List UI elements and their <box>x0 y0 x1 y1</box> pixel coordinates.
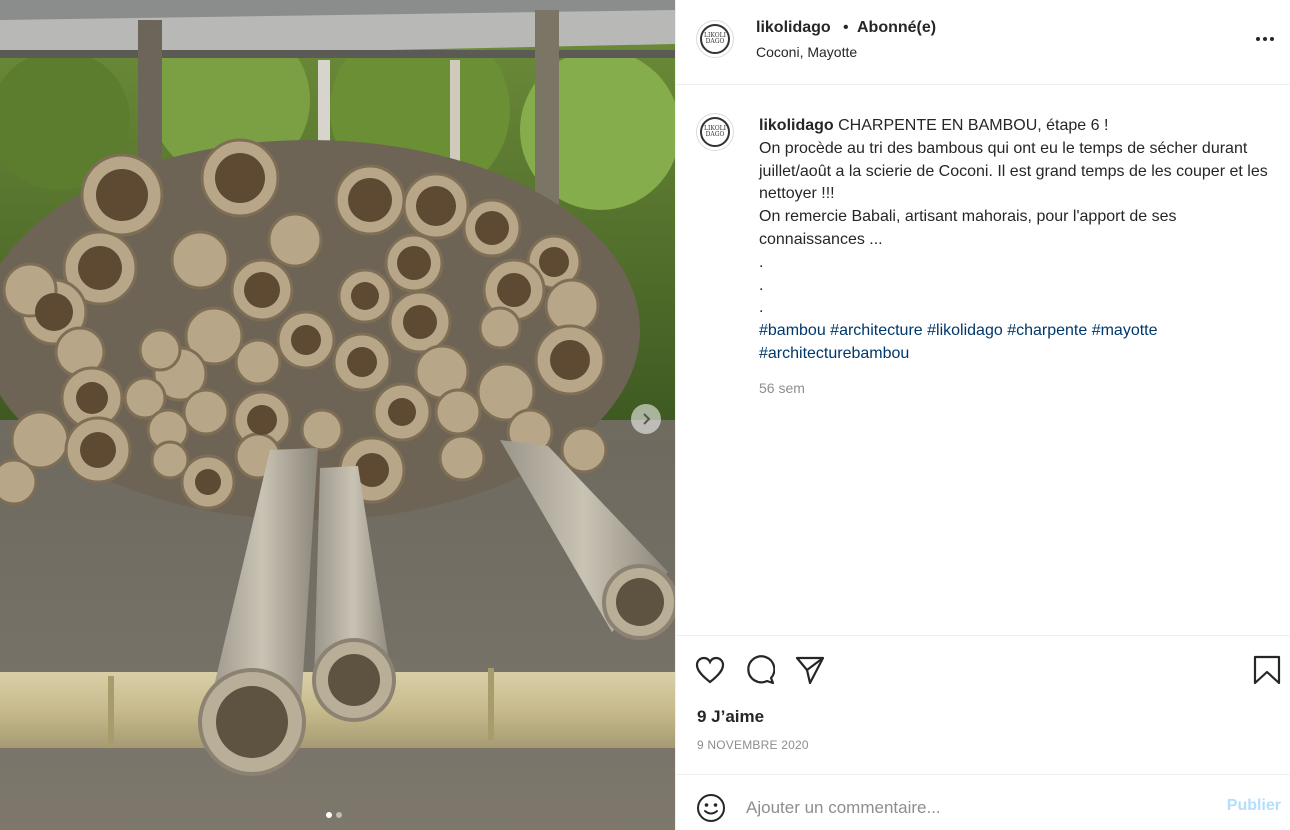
follow-status-button[interactable]: Abonné(e) <box>857 19 936 37</box>
post-date[interactable]: 9 NOVEMBRE 2020 <box>697 738 809 752</box>
post-header: LIKOLI DAGO likolidago • Abonné(e) Cocon… <box>676 0 1290 85</box>
add-comment-section: Publier <box>676 774 1290 830</box>
header-separator: • <box>843 19 849 36</box>
caption-text: . <box>759 253 764 271</box>
hashtag-link[interactable]: #architecture <box>830 322 923 339</box>
caption-text: . <box>759 299 764 317</box>
post-author-username[interactable]: likolidago <box>756 19 831 37</box>
carousel-next-button[interactable] <box>631 404 661 434</box>
post-side-panel: LIKOLI DAGO likolidago • Abonné(e) Cocon… <box>675 0 1290 830</box>
hashtag-link[interactable]: #likolidago <box>927 322 1003 339</box>
hashtag-link[interactable]: #mayotte <box>1092 322 1158 339</box>
comment-icon <box>747 655 775 685</box>
comment-button[interactable] <box>744 654 776 686</box>
avatar-logo: LIKOLI DAGO <box>700 117 730 147</box>
like-button[interactable] <box>694 654 726 686</box>
likes-count[interactable]: 9 J’aime <box>697 707 764 727</box>
post-photo[interactable] <box>0 0 675 830</box>
caption-text: On procède au tri des bambous qui ont eu… <box>759 139 1268 203</box>
save-button[interactable] <box>1251 654 1283 686</box>
instagram-post: LIKOLI DAGO likolidago • Abonné(e) Cocon… <box>0 0 1290 830</box>
caption-first-line: likolidago CHARPENTE EN BAMBOU, étape 6 … <box>759 115 1274 138</box>
caption-username[interactable]: likolidago <box>759 117 834 134</box>
post-actions: 9 J’aime 9 NOVEMBRE 2020 <box>676 635 1290 775</box>
caption-text: On remercie Babali, artisant mahorais, p… <box>759 208 1177 248</box>
carousel-dot <box>336 812 342 818</box>
more-options-button[interactable] <box>1253 27 1277 51</box>
caption-timestamp[interactable]: 56 sem <box>759 380 805 396</box>
caption-text: CHARPENTE EN BAMBOU, étape 6 ! <box>838 117 1109 134</box>
avatar-logo: LIKOLI DAGO <box>700 24 730 54</box>
heart-icon <box>695 656 725 684</box>
post-location[interactable]: Coconi, Mayotte <box>756 44 857 60</box>
share-button[interactable] <box>794 654 826 686</box>
hashtag-link[interactable]: #architecturebambou <box>759 345 909 362</box>
hashtag-link[interactable]: #bambou <box>759 322 826 339</box>
bamboo-photo-illustration <box>0 0 675 830</box>
chevron-right-icon <box>643 413 651 425</box>
more-options-icon <box>1256 37 1274 41</box>
bookmark-icon <box>1253 655 1281 685</box>
carousel-indicator <box>326 812 342 818</box>
caption-hashtags: #bambou #architecture #likolidago #charp… <box>759 320 1274 366</box>
emoji-icon <box>697 794 725 822</box>
carousel-dot-active <box>326 812 332 818</box>
avatar[interactable]: LIKOLI DAGO <box>696 20 734 58</box>
emoji-button[interactable] <box>696 793 726 823</box>
caption-text: . <box>759 276 764 294</box>
share-icon <box>795 656 825 685</box>
caption-avatar[interactable]: LIKOLI DAGO <box>696 113 734 151</box>
hashtag-link[interactable]: #charpente <box>1007 322 1087 339</box>
publish-button[interactable]: Publier <box>1227 797 1281 815</box>
comment-input[interactable] <box>746 793 1196 823</box>
post-caption: likolidago CHARPENTE EN BAMBOU, étape 6 … <box>759 115 1274 366</box>
